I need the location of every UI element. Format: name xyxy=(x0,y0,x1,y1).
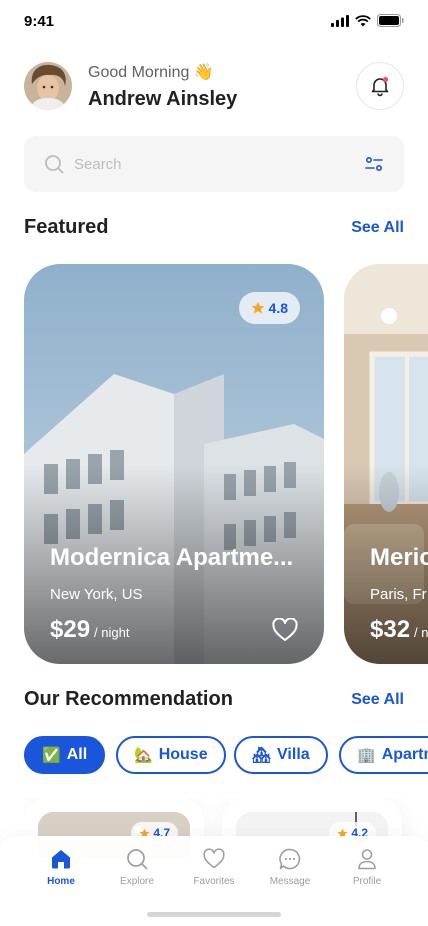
rating-badge: 4.8 xyxy=(238,292,300,324)
featured-card[interactable]: 4.8 Modernica Apartme... New York, US $2… xyxy=(24,264,324,664)
price-value: $32 xyxy=(370,616,411,643)
featured-carousel[interactable]: 4.8 Modernica Apartme... New York, US $2… xyxy=(24,264,428,664)
chip-label: Apartm xyxy=(381,746,428,763)
price-unit: / night xyxy=(94,625,130,640)
property-price: $29/ night xyxy=(50,616,129,644)
nav-label: Favorites xyxy=(193,876,235,887)
chip-all[interactable]: ✅ All xyxy=(24,736,106,774)
search-bar xyxy=(24,136,404,192)
chip-label: All xyxy=(66,746,88,763)
filter-icon[interactable] xyxy=(364,154,384,174)
price-unit: / n xyxy=(414,625,428,640)
nav-item-home[interactable]: Home xyxy=(26,848,96,887)
property-location: New York, US xyxy=(50,586,143,603)
building-icon: 🏢 xyxy=(357,747,376,764)
featured-card[interactable]: Merica Paris, Fr $32/ n xyxy=(344,264,428,664)
price-value: $29 xyxy=(50,616,91,643)
status-icons xyxy=(331,14,404,27)
user-icon xyxy=(358,849,376,870)
search-icon xyxy=(127,849,148,870)
nav-item-explore[interactable]: Explore xyxy=(102,848,172,887)
home-indicator[interactable] xyxy=(147,912,281,917)
bell-icon xyxy=(371,76,389,97)
notification-button[interactable] xyxy=(356,62,404,110)
category-chips: ✅ All 🏡 House 🏘 Villa 🏢 Apartm xyxy=(24,736,428,776)
recommendation-title: Our Recommendation xyxy=(24,688,233,710)
chip-villa[interactable]: 🏘 Villa xyxy=(234,736,328,774)
chip-label: House xyxy=(158,746,208,763)
property-name: Merica xyxy=(370,544,428,571)
featured-see-all-link[interactable]: See All xyxy=(351,219,404,237)
header: Good Morning 👋 Andrew Ainsley xyxy=(24,60,404,112)
rating-value: 4.8 xyxy=(268,300,288,316)
featured-title: Featured xyxy=(24,216,109,238)
battery-icon xyxy=(377,14,404,27)
heart-icon xyxy=(203,848,225,869)
nav-label: Explore xyxy=(120,876,154,887)
property-name: Modernica Apartme... xyxy=(50,544,294,571)
nav-item-favorites[interactable]: Favorites xyxy=(179,848,249,887)
property-location: Paris, Fr xyxy=(370,586,427,603)
nav-label: Message xyxy=(269,876,311,887)
home-icon xyxy=(52,850,70,869)
house-icon: 🏡 xyxy=(134,747,153,764)
property-price: $32/ n xyxy=(370,616,428,644)
search-input[interactable] xyxy=(74,150,354,178)
user-name: Andrew Ainsley xyxy=(88,88,238,110)
check-icon: ✅ xyxy=(42,747,61,764)
nav-label: Home xyxy=(47,876,75,887)
wifi-icon xyxy=(355,14,371,26)
chat-icon xyxy=(279,848,301,870)
nav-label: Profile xyxy=(352,876,382,887)
nav-item-message[interactable]: Message xyxy=(255,848,325,887)
star-icon xyxy=(251,301,264,314)
signal-icon xyxy=(331,14,349,27)
status-time: 9:41 xyxy=(24,13,55,30)
status-bar: 9:41 xyxy=(0,0,428,44)
villa-icon: 🏘 xyxy=(252,747,272,764)
greeting-text: Good Morning 👋 xyxy=(88,64,214,81)
heart-icon[interactable] xyxy=(272,618,298,642)
chip-label: Villa xyxy=(277,746,310,763)
recommendation-see-all-link[interactable]: See All xyxy=(351,691,404,709)
nav-item-profile[interactable]: Profile xyxy=(332,848,402,887)
chip-house[interactable]: 🏡 House xyxy=(116,736,226,774)
search-icon xyxy=(45,155,64,174)
chip-apartment[interactable]: 🏢 Apartm xyxy=(339,736,428,774)
avatar[interactable] xyxy=(24,62,72,110)
